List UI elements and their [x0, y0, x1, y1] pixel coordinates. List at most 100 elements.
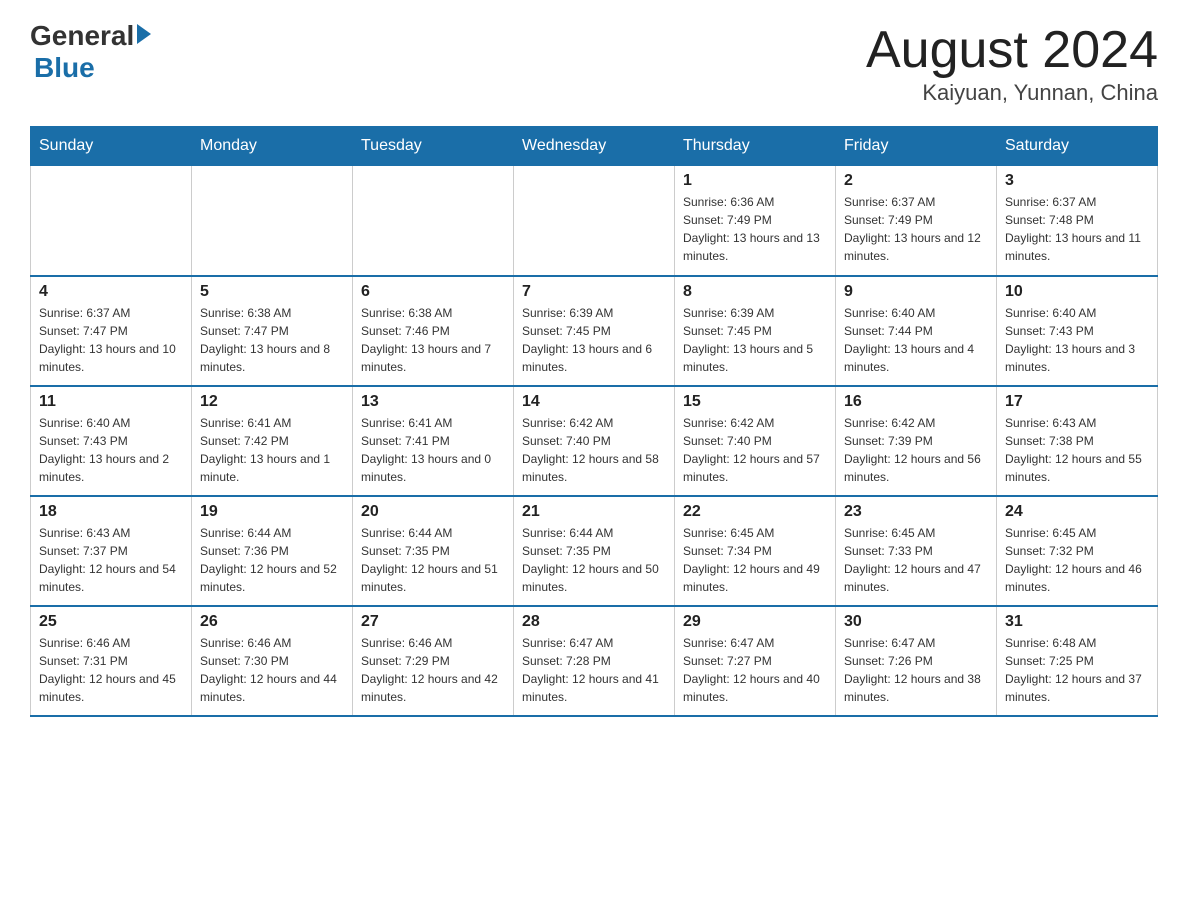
- calendar-cell: 4Sunrise: 6:37 AM Sunset: 7:47 PM Daylig…: [31, 276, 192, 386]
- weekday-header-thursday: Thursday: [675, 127, 836, 166]
- day-info: Sunrise: 6:42 AM Sunset: 7:39 PM Dayligh…: [844, 414, 988, 486]
- calendar-cell: 12 Sunrise: 6:41 AM Sunset: 7:42 PM Dayli…: [192, 386, 353, 496]
- weekday-header-monday: Monday: [192, 127, 353, 166]
- weekday-header-friday: Friday: [836, 127, 997, 166]
- day-info: Sunrise: 6:46 AM Sunset: 7:31 PM Dayligh…: [39, 634, 183, 706]
- day-info: Sunrise: 6:40 AM Sunset: 7:44 PM Dayligh…: [844, 304, 988, 376]
- day-info: Sunrise: 6:38 AM Sunset: 7:46 PM Dayligh…: [361, 304, 505, 376]
- day-info: Sunrise: 6:45 AM Sunset: 7:33 PM Dayligh…: [844, 524, 988, 596]
- day-info: Sunrise: 6:47 AM Sunset: 7:26 PM Dayligh…: [844, 634, 988, 706]
- weekday-header-saturday: Saturday: [997, 127, 1158, 166]
- title-section: August 2024 Kaiyuan, Yunnan, China: [866, 20, 1158, 106]
- day-info: Sunrise: 6:37 AM Sunset: 7:47 PM Dayligh…: [39, 304, 183, 376]
- day-number: 15: [683, 393, 827, 411]
- day-info: Sunrise: 6:40 AM Sunset: 7:43 PM Dayligh…: [39, 414, 183, 486]
- calendar-cell: 16 Sunrise: 6:42 AM Sunset: 7:39 PM Dayli…: [836, 386, 997, 496]
- calendar-cell: 9 Sunrise: 6:40 AM Sunset: 7:44 PM Daylig…: [836, 276, 997, 386]
- day-number: 3: [1005, 172, 1149, 190]
- calendar-cell: 10Sunrise: 6:40 AM Sunset: 7:43 PM Dayli…: [997, 276, 1158, 386]
- calendar-cell: 27 Sunrise: 6:46 AM Sunset: 7:29 PM Dayli…: [353, 606, 514, 716]
- day-number: 10: [1005, 283, 1149, 301]
- day-number: 29: [683, 613, 827, 631]
- calendar-header-row: SundayMondayTuesdayWednesdayThursdayFrid…: [31, 127, 1158, 166]
- day-info: Sunrise: 6:41 AM Sunset: 7:42 PM Dayligh…: [200, 414, 344, 486]
- calendar-cell: 24 Sunrise: 6:45 AM Sunset: 7:32 PM Dayli…: [997, 496, 1158, 606]
- calendar-week-row: 4Sunrise: 6:37 AM Sunset: 7:47 PM Daylig…: [31, 276, 1158, 386]
- day-info: Sunrise: 6:45 AM Sunset: 7:34 PM Dayligh…: [683, 524, 827, 596]
- day-info: Sunrise: 6:46 AM Sunset: 7:29 PM Dayligh…: [361, 634, 505, 706]
- day-number: 2: [844, 172, 988, 190]
- logo-blue-text: Blue: [34, 52, 151, 84]
- calendar-cell: 23 Sunrise: 6:45 AM Sunset: 7:33 PM Dayli…: [836, 496, 997, 606]
- weekday-header-tuesday: Tuesday: [353, 127, 514, 166]
- day-number: 19: [200, 503, 344, 521]
- calendar-cell: 26Sunrise: 6:46 AM Sunset: 7:30 PM Dayli…: [192, 606, 353, 716]
- day-number: 7: [522, 283, 666, 301]
- day-info: Sunrise: 6:45 AM Sunset: 7:32 PM Dayligh…: [1005, 524, 1149, 596]
- page-header: General Blue August 2024 Kaiyuan, Yunnan…: [30, 20, 1158, 106]
- calendar-cell: 19 Sunrise: 6:44 AM Sunset: 7:36 PM Dayli…: [192, 496, 353, 606]
- calendar-cell: 18 Sunrise: 6:43 AM Sunset: 7:37 PM Dayli…: [31, 496, 192, 606]
- day-info: Sunrise: 6:44 AM Sunset: 7:36 PM Dayligh…: [200, 524, 344, 596]
- day-number: 12: [200, 393, 344, 411]
- calendar-cell: [514, 166, 675, 276]
- day-number: 20: [361, 503, 505, 521]
- day-info: Sunrise: 6:39 AM Sunset: 7:45 PM Dayligh…: [683, 304, 827, 376]
- calendar-cell: 21 Sunrise: 6:44 AM Sunset: 7:35 PM Dayli…: [514, 496, 675, 606]
- day-number: 28: [522, 613, 666, 631]
- day-info: Sunrise: 6:42 AM Sunset: 7:40 PM Dayligh…: [522, 414, 666, 486]
- day-number: 18: [39, 503, 183, 521]
- logo: General Blue: [30, 20, 151, 84]
- day-number: 25: [39, 613, 183, 631]
- day-info: Sunrise: 6:44 AM Sunset: 7:35 PM Dayligh…: [361, 524, 505, 596]
- calendar-cell: 17Sunrise: 6:43 AM Sunset: 7:38 PM Dayli…: [997, 386, 1158, 496]
- day-info: Sunrise: 6:47 AM Sunset: 7:28 PM Dayligh…: [522, 634, 666, 706]
- calendar-cell: [31, 166, 192, 276]
- day-info: Sunrise: 6:44 AM Sunset: 7:35 PM Dayligh…: [522, 524, 666, 596]
- calendar-cell: 7Sunrise: 6:39 AM Sunset: 7:45 PM Daylig…: [514, 276, 675, 386]
- day-number: 23: [844, 503, 988, 521]
- day-number: 21: [522, 503, 666, 521]
- calendar-cell: 15 Sunrise: 6:42 AM Sunset: 7:40 PM Dayli…: [675, 386, 836, 496]
- calendar-cell: 22 Sunrise: 6:45 AM Sunset: 7:34 PM Dayli…: [675, 496, 836, 606]
- calendar-cell: 8 Sunrise: 6:39 AM Sunset: 7:45 PM Daylig…: [675, 276, 836, 386]
- calendar-week-row: 11 Sunrise: 6:40 AM Sunset: 7:43 PM Dayli…: [31, 386, 1158, 496]
- day-number: 13: [361, 393, 505, 411]
- day-number: 8: [683, 283, 827, 301]
- day-number: 22: [683, 503, 827, 521]
- day-info: Sunrise: 6:46 AM Sunset: 7:30 PM Dayligh…: [200, 634, 344, 706]
- calendar-cell: 28 Sunrise: 6:47 AM Sunset: 7:28 PM Dayli…: [514, 606, 675, 716]
- day-info: Sunrise: 6:42 AM Sunset: 7:40 PM Dayligh…: [683, 414, 827, 486]
- day-number: 24: [1005, 503, 1149, 521]
- logo-general-text: General: [30, 20, 134, 52]
- calendar-cell: 29 Sunrise: 6:47 AM Sunset: 7:27 PM Dayli…: [675, 606, 836, 716]
- calendar-cell: 14Sunrise: 6:42 AM Sunset: 7:40 PM Dayli…: [514, 386, 675, 496]
- day-number: 1: [683, 172, 827, 190]
- calendar-cell: 20 Sunrise: 6:44 AM Sunset: 7:35 PM Dayli…: [353, 496, 514, 606]
- day-info: Sunrise: 6:37 AM Sunset: 7:48 PM Dayligh…: [1005, 193, 1149, 265]
- day-info: Sunrise: 6:43 AM Sunset: 7:37 PM Dayligh…: [39, 524, 183, 596]
- day-number: 9: [844, 283, 988, 301]
- calendar-week-row: 25 Sunrise: 6:46 AM Sunset: 7:31 PM Dayli…: [31, 606, 1158, 716]
- day-number: 30: [844, 613, 988, 631]
- month-title: August 2024: [866, 20, 1158, 80]
- calendar-cell: 2Sunrise: 6:37 AM Sunset: 7:49 PM Daylig…: [836, 166, 997, 276]
- day-number: 16: [844, 393, 988, 411]
- day-info: Sunrise: 6:38 AM Sunset: 7:47 PM Dayligh…: [200, 304, 344, 376]
- calendar-week-row: 1 Sunrise: 6:36 AM Sunset: 7:49 PM Daylig…: [31, 166, 1158, 276]
- calendar-cell: 30 Sunrise: 6:47 AM Sunset: 7:26 PM Dayli…: [836, 606, 997, 716]
- day-info: Sunrise: 6:41 AM Sunset: 7:41 PM Dayligh…: [361, 414, 505, 486]
- location: Kaiyuan, Yunnan, China: [866, 80, 1158, 106]
- day-info: Sunrise: 6:43 AM Sunset: 7:38 PM Dayligh…: [1005, 414, 1149, 486]
- day-number: 27: [361, 613, 505, 631]
- calendar-week-row: 18 Sunrise: 6:43 AM Sunset: 7:37 PM Dayli…: [31, 496, 1158, 606]
- day-number: 31: [1005, 613, 1149, 631]
- day-number: 5: [200, 283, 344, 301]
- calendar-cell: 31Sunrise: 6:48 AM Sunset: 7:25 PM Dayli…: [997, 606, 1158, 716]
- calendar-cell: 1 Sunrise: 6:36 AM Sunset: 7:49 PM Daylig…: [675, 166, 836, 276]
- calendar-cell: [192, 166, 353, 276]
- day-info: Sunrise: 6:47 AM Sunset: 7:27 PM Dayligh…: [683, 634, 827, 706]
- day-number: 11: [39, 393, 183, 411]
- day-number: 6: [361, 283, 505, 301]
- day-info: Sunrise: 6:36 AM Sunset: 7:49 PM Dayligh…: [683, 193, 827, 265]
